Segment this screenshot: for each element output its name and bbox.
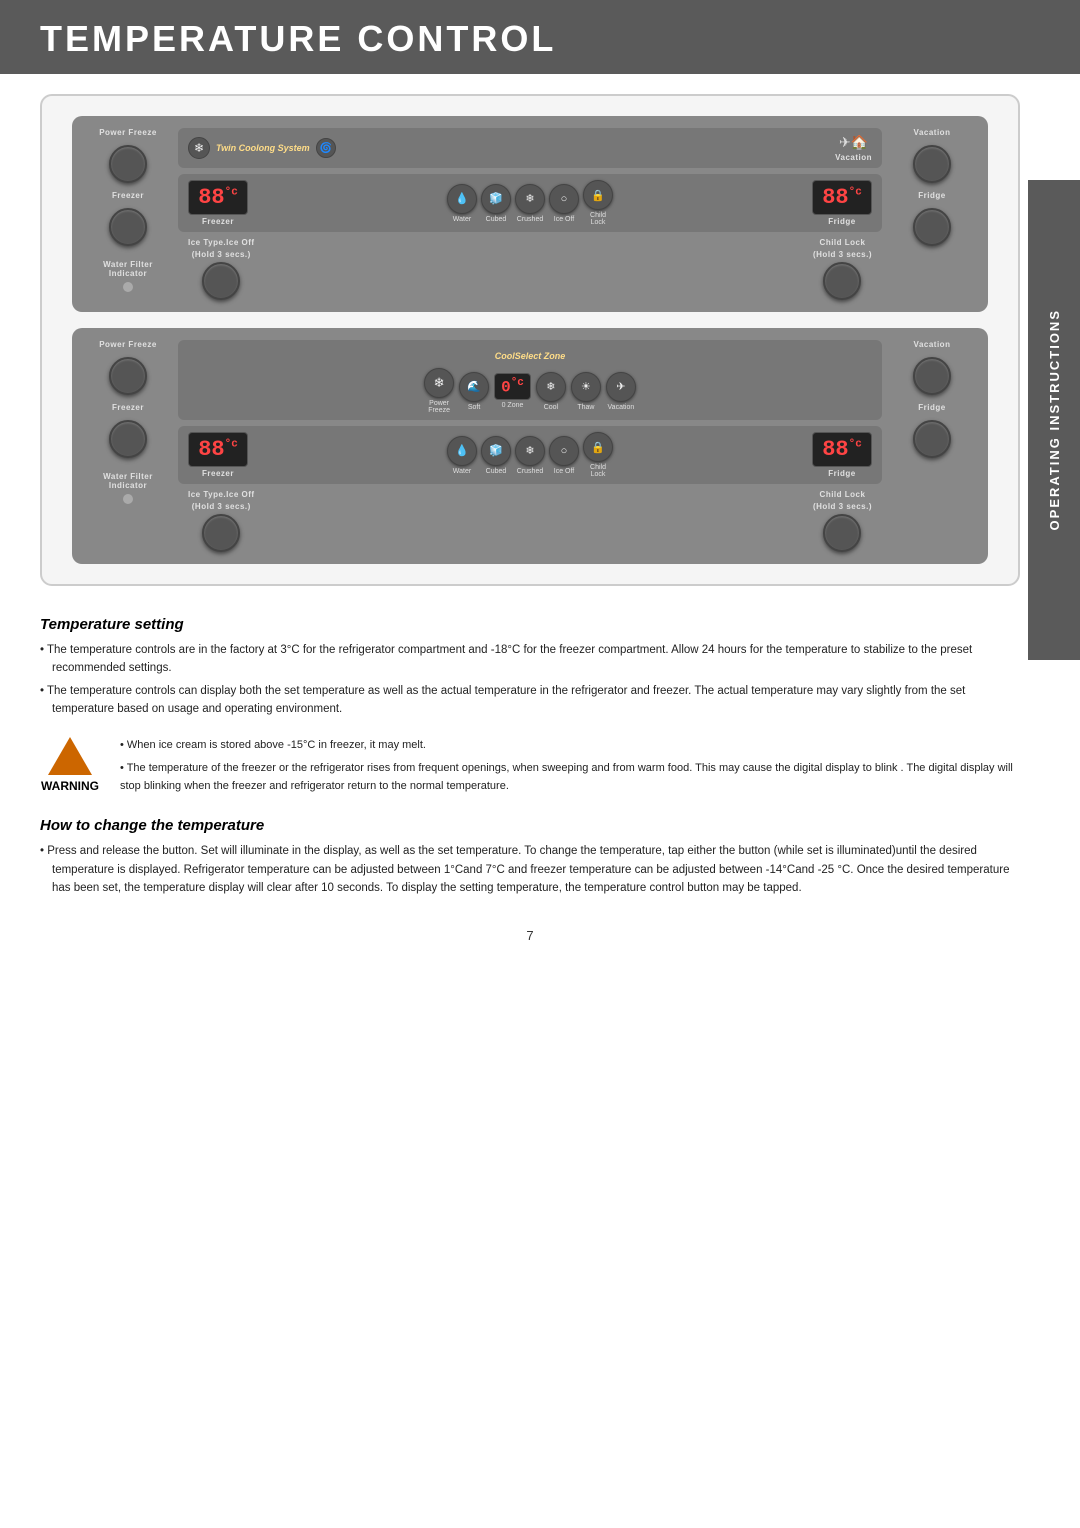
- fridge-label-right-1: Fridge: [918, 191, 945, 200]
- how-to-change-para-1: • Press and release the button. Set will…: [40, 842, 1020, 897]
- temp-setting-section: Temperature setting • The temperature co…: [40, 616, 1020, 719]
- coolselect-cool-btn[interactable]: ❄ Cool: [536, 372, 566, 411]
- panel2-right: Vacation Fridge: [892, 340, 972, 458]
- water-btn-2[interactable]: 💧 Water: [447, 436, 477, 475]
- vacation-button-1[interactable]: [913, 145, 951, 183]
- coolselect-soft-btn[interactable]: 🌊 Soft: [459, 372, 489, 411]
- coolselect-vacation-btn[interactable]: ✈ Vacation: [606, 372, 636, 411]
- warning-icon-area: ! WARNING: [40, 737, 100, 793]
- power-freeze-button-1[interactable]: [109, 145, 147, 183]
- warning-triangle: [48, 737, 92, 775]
- indicator-label-1: Indicator: [103, 269, 153, 278]
- sidebar-label: Operating Instructions: [1028, 180, 1080, 660]
- ice-type-button-1[interactable]: [202, 262, 240, 300]
- vacation-button-2[interactable]: [913, 357, 951, 395]
- vacation-label-top-1: Vacation: [835, 153, 872, 162]
- cubed-btn-1[interactable]: 🧊 Cubed: [481, 184, 511, 223]
- page-number: 7: [40, 928, 1020, 963]
- how-to-change-section: How to change the temperature • Press an…: [40, 817, 1020, 897]
- warning-exclamation: !: [42, 743, 48, 763]
- power-freeze-icon-1: ❄: [188, 137, 210, 159]
- iceoff-btn-2[interactable]: ○ Ice Off: [549, 436, 579, 475]
- control-panels-wrapper: Power Freeze Freezer Water Filter Indica…: [40, 94, 1020, 586]
- how-to-change-title: How to change the temperature: [40, 817, 1020, 834]
- vacation-label-right-2: Vacation: [914, 340, 951, 349]
- fridge-button-2[interactable]: [913, 420, 951, 458]
- zero-display: 0°c: [494, 373, 531, 400]
- page-title: Temperature Control: [40, 18, 556, 59]
- filter-indicator-1: [122, 281, 134, 293]
- twin-cooling-label: Twin Coolong System: [216, 143, 310, 153]
- ice-type-label-2: Ice Type.Ice Off: [188, 490, 255, 499]
- fridge-label-right-2: Fridge: [918, 403, 945, 412]
- water-btn-1[interactable]: 💧 Water: [447, 184, 477, 223]
- freezer-button-1[interactable]: [109, 208, 147, 246]
- temp-setting-para-1: • The temperature controls are in the fa…: [40, 641, 1020, 678]
- ice-type-hold-2: (Hold 3 secs.): [192, 502, 251, 511]
- freezer-display-label-1: Freezer: [202, 217, 234, 226]
- fridge-display-1: 88°c: [812, 180, 872, 215]
- ice-type-hold-1: (Hold 3 secs.): [192, 250, 251, 259]
- sidebar-text: Operating Instructions: [1047, 309, 1062, 530]
- child-lock-button-2[interactable]: [823, 514, 861, 552]
- warning-bullet-1: • When ice cream is stored above -15°C i…: [120, 737, 1020, 755]
- freezer-label-2: Freezer: [112, 403, 144, 412]
- crushed-btn-2[interactable]: ❄ Crushed: [515, 436, 545, 475]
- vacation-label-right-1: Vacation: [914, 128, 951, 137]
- coolselect-power-btn[interactable]: ❄ PowerFreeze: [424, 368, 454, 414]
- how-to-change-body: • Press and release the button. Set will…: [40, 842, 1020, 897]
- fridge-button-1[interactable]: [913, 208, 951, 246]
- coolselect-thaw-btn[interactable]: ☀ Thaw: [571, 372, 601, 411]
- panel1-left: Power Freeze Freezer Water Filter Indica…: [88, 128, 168, 296]
- header: Temperature Control: [0, 0, 1080, 74]
- freezer-label-1: Freezer: [112, 191, 144, 200]
- warning-text: • When ice cream is stored above -15°C i…: [120, 737, 1020, 796]
- water-filter-label-2: Water Filter: [103, 472, 153, 481]
- water-filter-label-1: Water Filter: [103, 260, 153, 269]
- filter-indicator-2: [122, 493, 134, 505]
- temp-setting-title: Temperature setting: [40, 616, 1020, 633]
- panel2-left: Power Freeze Freezer Water Filter Indica…: [88, 340, 168, 508]
- ice-type-label-1: Ice Type.Ice Off: [188, 238, 255, 247]
- child-lock-button-1[interactable]: [823, 262, 861, 300]
- freezer-display-1: 88°c: [188, 180, 248, 215]
- power-freeze-label-2: Power Freeze: [99, 340, 157, 349]
- cubed-btn-2[interactable]: 🧊 Cubed: [481, 436, 511, 475]
- indicator-label-2: Indicator: [103, 481, 153, 490]
- child-lock-btn-1[interactable]: 🔒 ChildLock: [583, 180, 613, 226]
- control-panel-1: Power Freeze Freezer Water Filter Indica…: [72, 116, 988, 312]
- crushed-btn-1[interactable]: ❄ Crushed: [515, 184, 545, 223]
- power-freeze-button-2[interactable]: [109, 357, 147, 395]
- warning-bullet-2: • The temperature of the freezer or the …: [120, 760, 1020, 795]
- ice-type-button-2[interactable]: [202, 514, 240, 552]
- twin-cooling-icon: 🌀: [316, 138, 336, 158]
- freezer-button-2[interactable]: [109, 420, 147, 458]
- child-lock-label-1: Child Lock: [820, 238, 866, 247]
- child-lock-hold-1: (Hold 3 secs.): [813, 250, 872, 259]
- fridge-display-2: 88°c: [812, 432, 872, 467]
- temp-setting-para-2: • The temperature controls can display b…: [40, 682, 1020, 719]
- warning-box: ! WARNING • When ice cream is stored abo…: [40, 737, 1020, 796]
- child-lock-hold-2: (Hold 3 secs.): [813, 502, 872, 511]
- child-lock-btn-2[interactable]: 🔒 ChildLock: [583, 432, 613, 478]
- child-lock-label-2: Child Lock: [820, 490, 866, 499]
- fridge-display-label-1: Fridge: [828, 217, 855, 226]
- coolselect-label: CoolSelect Zone: [495, 351, 566, 361]
- iceoff-btn-1[interactable]: ○ Ice Off: [549, 184, 579, 223]
- control-panel-2: Power Freeze Freezer Water Filter Indica…: [72, 328, 988, 564]
- warning-triangle-container: !: [48, 737, 92, 775]
- power-freeze-label-1: Power Freeze: [99, 128, 157, 137]
- freezer-display-label-2: Freezer: [202, 469, 234, 478]
- main-content: Power Freeze Freezer Water Filter Indica…: [0, 94, 1080, 963]
- panel1-right: Vacation Fridge: [892, 128, 972, 246]
- freezer-display-2: 88°c: [188, 432, 248, 467]
- temp-setting-body: • The temperature controls are in the fa…: [40, 641, 1020, 719]
- fridge-display-label-2: Fridge: [828, 469, 855, 478]
- vacation-icon-1: ✈🏠: [839, 134, 868, 151]
